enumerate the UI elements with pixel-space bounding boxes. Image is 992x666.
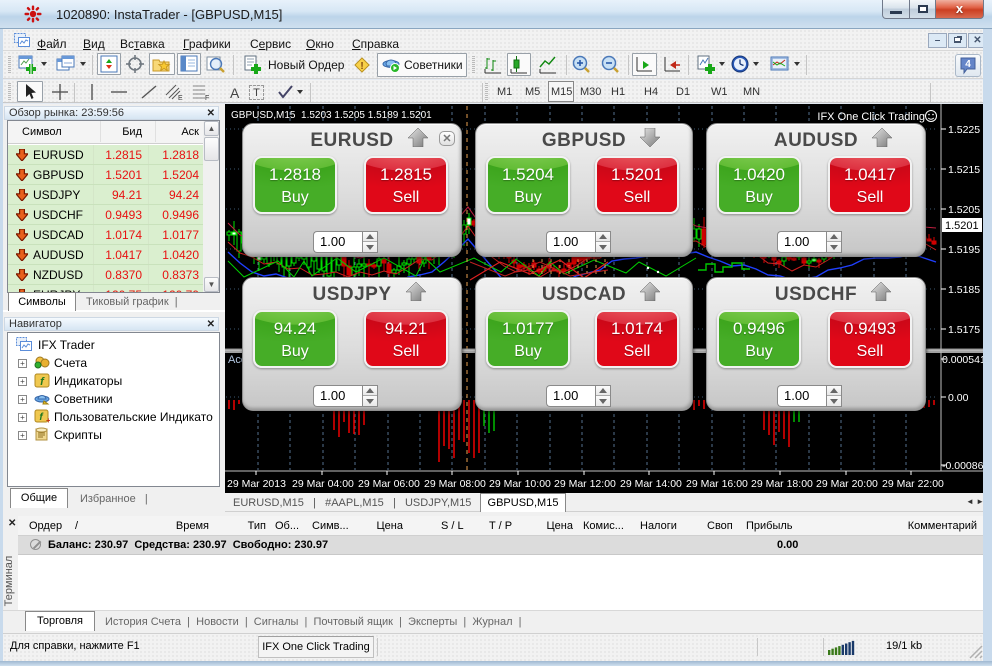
- svg-text:29 Mar 12:00: 29 Mar 12:00: [554, 478, 616, 490]
- svg-text:29 Mar 20:00: 29 Mar 20:00: [816, 478, 878, 490]
- svg-text:29 Mar 10:00: 29 Mar 10:00: [489, 478, 551, 490]
- svg-text:4: 4: [965, 59, 971, 70]
- svg-text:29 Mar 14:00: 29 Mar 14:00: [620, 478, 682, 490]
- svg-text:F: F: [205, 95, 209, 101]
- svg-text:GBPUSD,M15 1.5203 1.5205 1.51: GBPUSD,M15 1.5203 1.5205 1.5189 1.5201: [231, 110, 432, 121]
- svg-text:1.5205: 1.5205: [948, 204, 980, 216]
- svg-text:1.5185: 1.5185: [948, 284, 980, 296]
- svg-text:1.5201: 1.5201: [945, 220, 979, 232]
- svg-text:IFX One Click Trading: IFX One Click Trading: [817, 111, 925, 123]
- svg-text:-0.00086: -0.00086: [942, 460, 983, 472]
- svg-text:1.5195: 1.5195: [948, 244, 980, 256]
- svg-text:29 Mar 08:00: 29 Mar 08:00: [424, 478, 486, 490]
- svg-text:E: E: [178, 95, 183, 101]
- svg-text:29 Mar 04:00: 29 Mar 04:00: [292, 478, 354, 490]
- svg-text:29 Mar 2013: 29 Mar 2013: [227, 478, 286, 490]
- svg-text:29 Mar 06:00: 29 Mar 06:00: [358, 478, 420, 490]
- svg-text:1.5215: 1.5215: [948, 164, 980, 176]
- svg-text:1.5175: 1.5175: [948, 324, 980, 336]
- svg-text:29 Mar 22:00: 29 Mar 22:00: [882, 478, 944, 490]
- svg-text:+: +: [46, 416, 50, 425]
- svg-text:29 Mar 16:00: 29 Mar 16:00: [686, 478, 748, 490]
- svg-text:29 Mar 18:00: 29 Mar 18:00: [751, 478, 813, 490]
- svg-text:0.000541: 0.000541: [942, 354, 983, 366]
- svg-text:!: !: [360, 61, 363, 72]
- svg-text:1.5225: 1.5225: [948, 124, 980, 136]
- svg-text:0.00: 0.00: [948, 392, 969, 404]
